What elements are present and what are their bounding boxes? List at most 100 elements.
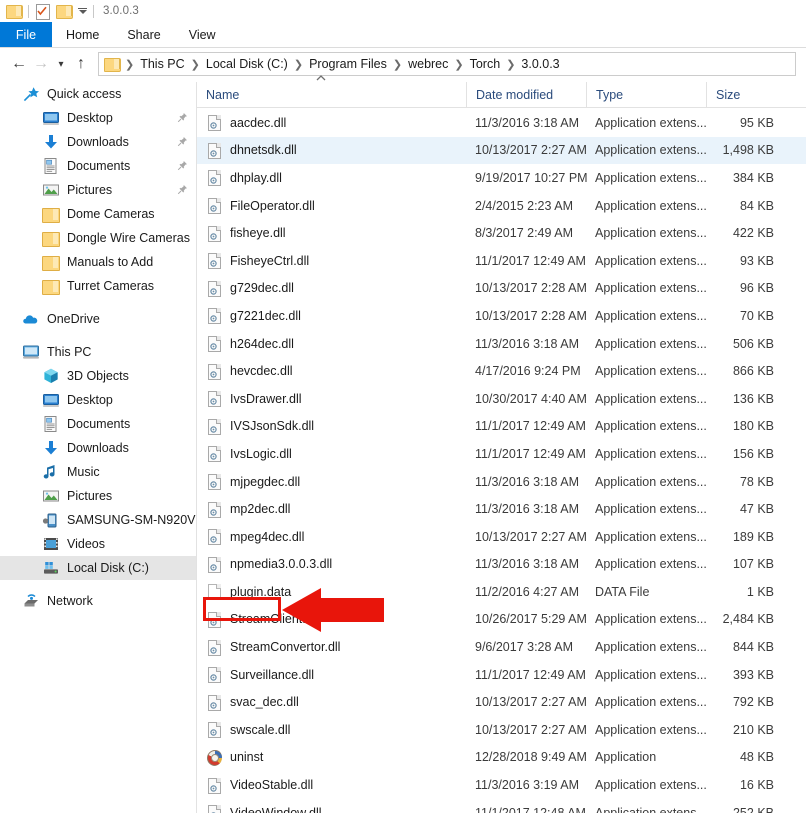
- window-title: 3.0.0.3: [103, 5, 139, 17]
- sidebar-item-pictures[interactable]: Pictures: [0, 178, 196, 202]
- table-row[interactable]: npmedia3.0.0.3.dll 11/3/2016 3:18 AM Appli…: [197, 551, 806, 579]
- sidebar-item-desktop[interactable]: Desktop: [0, 106, 196, 130]
- pin-icon[interactable]: [177, 160, 188, 171]
- customize-dropdown-icon[interactable]: [78, 7, 87, 15]
- table-row[interactable]: uninst 12/28/2018 9:49 AM Application 48 KB: [197, 744, 806, 772]
- table-row[interactable]: StreamConvertor.dll 9/6/2017 3:28 AM Appli…: [197, 633, 806, 661]
- breadcrumb-webrec[interactable]: webrec: [404, 57, 452, 71]
- table-row[interactable]: g729dec.dll 10/13/2017 2:28 AM Application…: [197, 275, 806, 303]
- file-name-label: IVSJsonSdk.dll: [230, 419, 315, 434]
- sidebar-item-label: Documents: [67, 417, 131, 431]
- table-row[interactable]: dhplay.dll 9/19/2017 10:27 PM Application …: [197, 164, 806, 192]
- table-row[interactable]: IvsDrawer.dll 10/30/2017 4:40 AM Applicati…: [197, 385, 806, 413]
- tab-home[interactable]: Home: [52, 22, 113, 47]
- sidebar-item-local-disk-c[interactable]: Local Disk (C:): [0, 556, 196, 580]
- dll-file-icon: [206, 142, 222, 159]
- column-header-date-modified[interactable]: Date modified: [466, 81, 586, 108]
- file-name-label: mjpegdec.dll: [230, 474, 301, 489]
- table-row[interactable]: FileOperator.dll 2/4/2015 2:23 AM Applicat…: [197, 192, 806, 220]
- document-icon: [42, 415, 60, 433]
- pin-icon[interactable]: [177, 136, 188, 147]
- sidebar-item-videos[interactable]: Videos: [0, 532, 196, 556]
- column-header-name[interactable]: Name: [197, 74, 466, 108]
- file-name-label: IvsLogic.dll: [230, 446, 292, 461]
- table-row[interactable]: IVSJsonSdk.dll 11/1/2017 12:49 AM Applicat…: [197, 413, 806, 441]
- sidebar-item-label: Dome Cameras: [67, 207, 155, 221]
- table-row[interactable]: VideoWindow.dll 11/1/2017 12:48 AM Applica…: [197, 799, 806, 813]
- sidebar-item-downloads[interactable]: Downloads: [0, 130, 196, 154]
- sidebar-item-manuals-to-add[interactable]: Manuals to Add: [0, 250, 196, 274]
- sidebar-item-label: This PC: [47, 345, 92, 359]
- breadcrumb-local-disk[interactable]: Local Disk (C:): [202, 57, 292, 71]
- sidebar-item-samsung-sm-n920v[interactable]: SAMSUNG-SM-N920V: [0, 508, 196, 532]
- disk-drive-icon: [42, 559, 60, 577]
- pin-icon[interactable]: [177, 184, 188, 195]
- dll-file-icon: [206, 777, 222, 794]
- column-header-type[interactable]: Type: [586, 81, 706, 108]
- properties-checkmark-icon[interactable]: [35, 3, 50, 20]
- table-row[interactable]: mp2dec.dll 11/3/2016 3:18 AM Application e…: [197, 495, 806, 523]
- file-name-label: h264dec.dll: [230, 336, 294, 351]
- sidebar-item-documents[interactable]: Documents: [0, 412, 196, 436]
- table-row[interactable]: fisheye.dll 8/3/2017 2:49 AM Application e…: [197, 219, 806, 247]
- breadcrumb-this-pc[interactable]: This PC: [136, 57, 188, 71]
- sidebar-item-quick-access[interactable]: Quick access: [0, 82, 196, 106]
- table-row[interactable]: Surveillance.dll 11/1/2017 12:49 AM Applic…: [197, 661, 806, 689]
- table-row[interactable]: dhnetsdk.dll 10/13/2017 2:27 AM Applicatio…: [197, 136, 806, 165]
- pin-icon[interactable]: [177, 112, 188, 123]
- cloud-icon: [22, 310, 40, 328]
- sidebar-item-dongle-wire-cameras[interactable]: Dongle Wire Cameras: [0, 226, 196, 250]
- breadcrumb-version[interactable]: 3.0.0.3: [517, 57, 563, 71]
- file-type-cell: Application extens...: [595, 640, 706, 655]
- navigation-bar: ← → ▾ ↑ ❯ This PC ❯ Local Disk (C:) ❯ Pr…: [0, 48, 806, 80]
- file-name-cell: aacdec.dll: [197, 114, 466, 132]
- tab-file[interactable]: File: [0, 22, 52, 47]
- file-type-cell: Application extens...: [595, 198, 706, 213]
- picture-icon: [42, 487, 60, 505]
- sidebar-item-desktop[interactable]: Desktop: [0, 388, 196, 412]
- table-row[interactable]: mpeg4dec.dll 10/13/2017 2:27 AM Applicatio…: [197, 523, 806, 551]
- sidebar-item-onedrive[interactable]: OneDrive: [0, 307, 196, 331]
- dll-file-icon: [206, 197, 222, 215]
- sidebar-item-dome-cameras[interactable]: Dome Cameras: [0, 202, 196, 226]
- navigation-sidebar[interactable]: Quick access Desktop Downloads Documents Pic…: [0, 82, 196, 813]
- back-arrow-icon[interactable]: ←: [8, 52, 30, 76]
- forward-arrow-icon[interactable]: →: [30, 52, 52, 76]
- sidebar-item-documents[interactable]: Documents: [0, 154, 196, 178]
- tab-view[interactable]: View: [175, 22, 230, 47]
- table-row[interactable]: swscale.dll 10/13/2017 2:27 AM Application…: [197, 716, 806, 744]
- recent-locations-chevron-icon[interactable]: ▾: [52, 52, 70, 76]
- file-type-cell: Application extens...: [595, 170, 706, 185]
- ribbon-tab-bar: File Home Share View: [0, 22, 806, 48]
- breadcrumb-torch[interactable]: Torch: [466, 57, 505, 71]
- table-row[interactable]: FisheyeCtrl.dll 11/1/2017 12:49 AM Applica…: [197, 247, 806, 275]
- table-row[interactable]: aacdec.dll 11/3/2016 3:18 AM Application e…: [197, 109, 806, 137]
- sidebar-item-3d-objects[interactable]: 3D Objects: [0, 364, 196, 388]
- table-row[interactable]: IvsLogic.dll 11/1/2017 12:49 AM Applicatio…: [197, 440, 806, 468]
- table-row[interactable]: VideoStable.dll 11/3/2016 3:19 AM Applicat…: [197, 771, 806, 799]
- sidebar-item-this-pc[interactable]: This PC: [0, 340, 196, 364]
- dll-file-icon: [206, 721, 222, 739]
- table-row[interactable]: StreamClient.dll 10/26/2017 5:29 AM Applic…: [197, 606, 806, 634]
- table-row[interactable]: svac_dec.dll 10/13/2017 2:27 AM Applicatio…: [197, 688, 806, 716]
- address-bar[interactable]: ❯ This PC ❯ Local Disk (C:) ❯ Program Fi…: [98, 52, 796, 76]
- file-list-pane: Name Date modified Type Size aacdec.dll 1…: [196, 74, 806, 813]
- sidebar-item-turret-cameras[interactable]: Turret Cameras: [0, 274, 196, 298]
- table-row[interactable]: g7221dec.dll 10/13/2017 2:28 AM Applicatio…: [197, 302, 806, 330]
- table-row[interactable]: mjpegdec.dll 11/3/2016 3:18 AM Application…: [197, 468, 806, 496]
- file-type-cell: Application extens...: [595, 502, 706, 517]
- tab-share[interactable]: Share: [113, 22, 174, 47]
- table-row[interactable]: h264dec.dll 11/3/2016 3:18 AM Application …: [197, 330, 806, 358]
- up-arrow-icon[interactable]: ↑: [70, 52, 92, 76]
- sidebar-item-music[interactable]: Music: [0, 460, 196, 484]
- table-row[interactable]: hevcdec.dll 4/17/2016 9:24 PM Application …: [197, 357, 806, 385]
- column-header-size[interactable]: Size: [706, 81, 786, 108]
- file-name-cell: g7221dec.dll: [197, 307, 466, 325]
- breadcrumb-program-files[interactable]: Program Files: [305, 57, 391, 71]
- table-row[interactable]: plugin.data 11/2/2016 4:27 AM DATA File 1 K…: [197, 578, 806, 606]
- file-date-cell: 10/13/2017 2:27 AM: [475, 529, 587, 544]
- new-folder-icon[interactable]: [56, 4, 73, 19]
- sidebar-item-downloads[interactable]: Downloads: [0, 436, 196, 460]
- sidebar-item-pictures[interactable]: Pictures: [0, 484, 196, 508]
- sidebar-item-network[interactable]: Network: [0, 589, 196, 613]
